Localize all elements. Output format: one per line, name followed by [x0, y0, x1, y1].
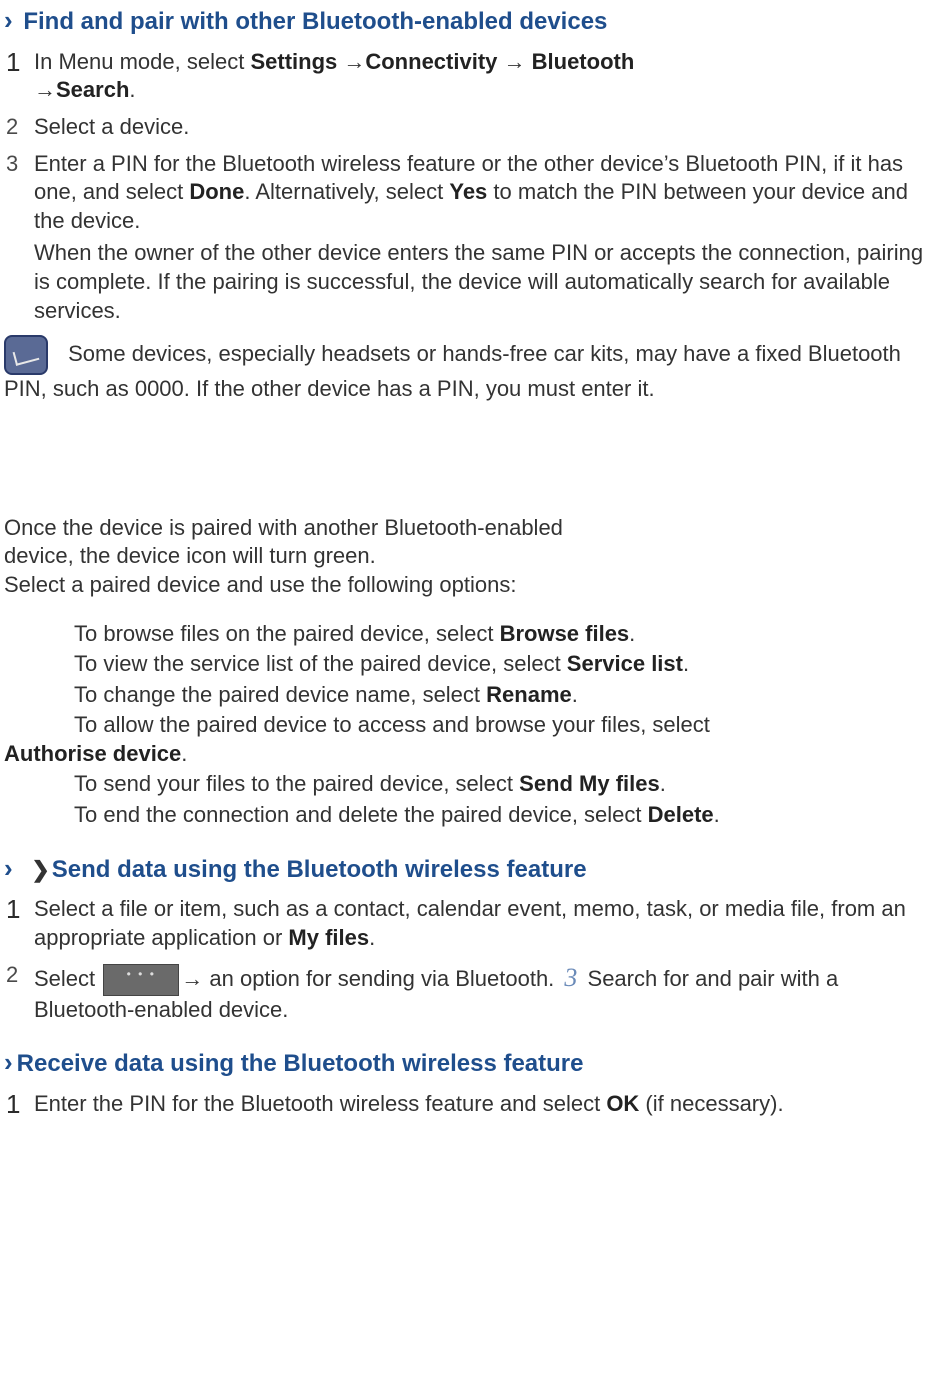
menu-icon — [103, 964, 179, 996]
step-number: 1 — [6, 1090, 34, 1119]
text: . — [629, 621, 635, 646]
note-icon — [4, 335, 48, 375]
text: . — [714, 802, 720, 827]
paragraph: Once the device is paired with another B… — [4, 514, 933, 543]
heading-text: Send data using the Bluetooth wireless f… — [52, 856, 587, 883]
step-2: 2 Select a device. — [6, 113, 933, 142]
step-number: 1 — [6, 48, 34, 105]
text: To change the paired device name, select — [74, 682, 486, 707]
step-number: 2 — [6, 113, 34, 142]
text: To end the connection and delete the pai… — [74, 802, 648, 827]
bold: Authorise device — [4, 741, 181, 766]
heading-text: Find and pair with other Bluetooth-enabl… — [23, 8, 607, 35]
text: . — [660, 771, 666, 796]
step-body: In Menu mode, select Settings →Connectiv… — [34, 48, 933, 105]
text: When the owner of the other device enter… — [34, 239, 933, 325]
inline-step-number: 3 — [564, 963, 577, 992]
heading-text: Receive data using the Bluetooth wireles… — [17, 1050, 584, 1077]
option-delete: To end the connection and delete the pai… — [4, 801, 933, 830]
chevron-icon: › — [4, 1047, 13, 1077]
text: . — [129, 77, 135, 102]
text: Enter the PIN for the Bluetooth wireless… — [34, 1091, 606, 1116]
chevron-icon: › — [4, 5, 13, 35]
bold: OK — [606, 1091, 639, 1116]
heading-send-data: › ❯Send data using the Bluetooth wireles… — [4, 852, 933, 886]
step-number: 2 — [6, 961, 34, 1025]
bold: Done — [189, 179, 244, 204]
bold: Browse files — [500, 621, 630, 646]
bold: Settings — [250, 49, 343, 74]
bold: Rename — [486, 682, 572, 707]
step-body: Select → an option for sending via Bluet… — [34, 961, 933, 1025]
paragraph: device, the device icon will turn green. — [4, 542, 933, 571]
text: (if necessary). — [639, 1091, 783, 1116]
bold: Yes — [449, 179, 487, 204]
step-1: 1 Select a file or item, such as a conta… — [6, 895, 933, 952]
text: Select a file or item, such as a contact… — [34, 896, 906, 950]
text: . — [572, 682, 578, 707]
option-authorise-device: To allow the paired device to access and… — [4, 711, 933, 768]
text: Select — [34, 966, 101, 991]
text: . Alternatively, select — [244, 179, 449, 204]
step-3: 3 Enter a PIN for the Bluetooth wireless… — [6, 150, 933, 326]
heading-receive-data: ›Receive data using the Bluetooth wirele… — [4, 1046, 933, 1080]
text: To allow the paired device to access and… — [4, 712, 710, 737]
bold: Connectivity — [365, 49, 503, 74]
text: . — [369, 925, 375, 950]
option-rename: To change the paired device name, select… — [4, 681, 933, 710]
step-body: Enter a PIN for the Bluetooth wireless f… — [34, 150, 933, 326]
arrow: → — [34, 77, 56, 102]
arrow: → — [343, 49, 365, 74]
note-text: Some devices, especially headsets or han… — [4, 341, 901, 401]
heading-find-pair: › Find and pair with other Bluetooth-ena… — [4, 4, 933, 38]
text: In Menu mode, select — [34, 49, 250, 74]
paragraph: Select a paired device and use the follo… — [4, 571, 933, 600]
step-1: 1 In Menu mode, select Settings →Connect… — [6, 48, 933, 105]
text: To view the service list of the paired d… — [74, 651, 567, 676]
step-body: Select a file or item, such as a contact… — [34, 895, 933, 952]
step-number: 3 — [6, 150, 34, 326]
bold: My files — [288, 925, 369, 950]
step-2: 2 Select → an option for sending via Blu… — [6, 961, 933, 1025]
option-browse-files: To browse files on the paired device, se… — [4, 620, 933, 649]
spacer — [4, 404, 933, 514]
step-1: 1 Enter the PIN for the Bluetooth wirele… — [6, 1090, 933, 1119]
arrow: → — [504, 49, 532, 74]
step-body: Select a device. — [34, 113, 933, 142]
text: . — [181, 741, 187, 766]
spacer — [4, 600, 933, 618]
text: To send your files to the paired device,… — [74, 771, 519, 796]
text: . — [683, 651, 689, 676]
bold: Delete — [648, 802, 714, 827]
bold: Send My files — [519, 771, 660, 796]
step-number: 1 — [6, 895, 34, 952]
options-list: To browse files on the paired device, se… — [4, 620, 933, 830]
chevron-icon: › — [4, 853, 13, 883]
bold: Service list — [567, 651, 683, 676]
option-send-my-files: To send your files to the paired device,… — [4, 770, 933, 799]
bold: Bluetooth — [532, 49, 635, 74]
text: → an option for sending via Bluetooth. — [181, 966, 560, 991]
step-body: Enter the PIN for the Bluetooth wireless… — [34, 1090, 933, 1119]
option-service-list: To view the service list of the paired d… — [4, 650, 933, 679]
bold: Search — [56, 77, 129, 102]
text: To browse files on the paired device, se… — [74, 621, 500, 646]
note: Some devices, especially headsets or han… — [4, 335, 933, 404]
chevron-icon-black: ❯ — [31, 857, 49, 882]
